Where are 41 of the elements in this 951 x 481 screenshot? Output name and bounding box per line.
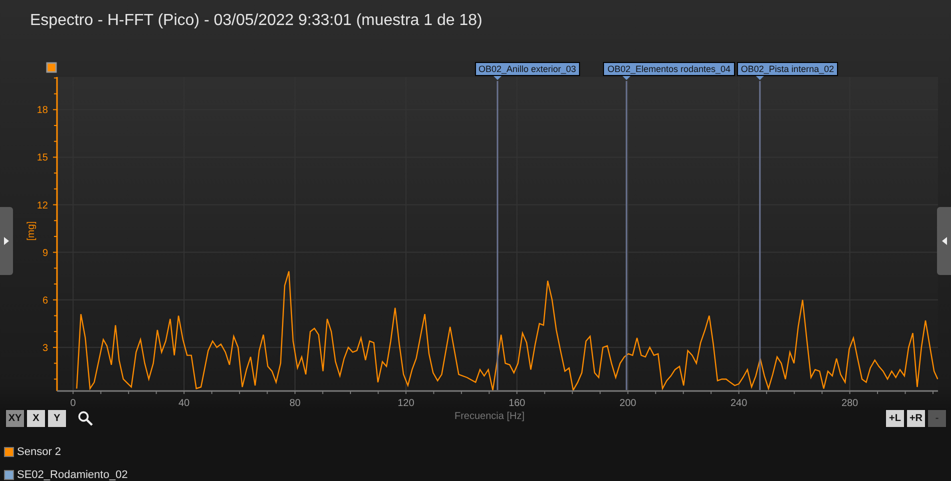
cursor-label[interactable]: OB02_Pista interna_02 [736, 62, 838, 76]
triangle-right-icon [4, 237, 9, 245]
series-toggle[interactable] [46, 62, 57, 73]
pointer-icon [622, 76, 630, 80]
side-handle[interactable] [937, 207, 951, 275]
legend-swatch[interactable] [4, 470, 14, 480]
zoom-mode-toggle[interactable]: XY [5, 409, 25, 428]
y-tick-label: 9 [42, 248, 48, 259]
window-title: Espectro - H-FFT (Pico) - 03/05/2022 9:33:01 (muestra 1 de 18) [30, 12, 482, 29]
x-tick-label: 240 [730, 398, 748, 409]
pointer-icon [756, 76, 764, 80]
x-tick-label: 80 [289, 398, 301, 409]
y-axis-title: [mg] [26, 221, 37, 241]
x-tick-label: 160 [508, 398, 526, 409]
range-button[interactable]: +L [885, 409, 905, 428]
legend-label[interactable]: SE02_Rodamiento_02 [17, 470, 128, 480]
x-axis-title: Frecuencia [Hz] [454, 411, 525, 422]
y-tick-label: 15 [36, 152, 48, 164]
pointer-icon [494, 76, 502, 80]
legend-swatch[interactable] [4, 447, 14, 457]
cursor-line[interactable] [626, 81, 628, 390]
x-tick-label: 200 [620, 398, 636, 409]
cursor-line[interactable] [759, 81, 761, 390]
y-tick-label: 6 [42, 295, 48, 306]
y-tick-label: 3 [42, 342, 48, 354]
x-tick-label: 280 [841, 398, 858, 409]
cursor-label[interactable]: OB02_Anillo exterior_03 [474, 62, 580, 76]
y-tick-label: 18 [36, 105, 48, 116]
cursor-line[interactable] [496, 81, 498, 390]
search-icon[interactable] [78, 411, 93, 426]
x-tick-label: 120 [398, 398, 414, 409]
x-tick-label: 40 [178, 398, 190, 409]
zoom-mode-toggle[interactable]: Y [47, 409, 67, 428]
triangle-left-icon [942, 237, 946, 245]
side-handle[interactable] [0, 207, 13, 275]
cursor-label[interactable]: OB02_Elementos rodantes_04 [603, 62, 735, 76]
y-tick-label: 12 [36, 200, 48, 212]
range-button[interactable]: +R [906, 409, 926, 428]
legend-label[interactable]: Sensor 2 [17, 446, 62, 458]
x-tick-label: 0 [70, 398, 76, 409]
zoom-mode-toggle[interactable]: X [26, 409, 46, 428]
